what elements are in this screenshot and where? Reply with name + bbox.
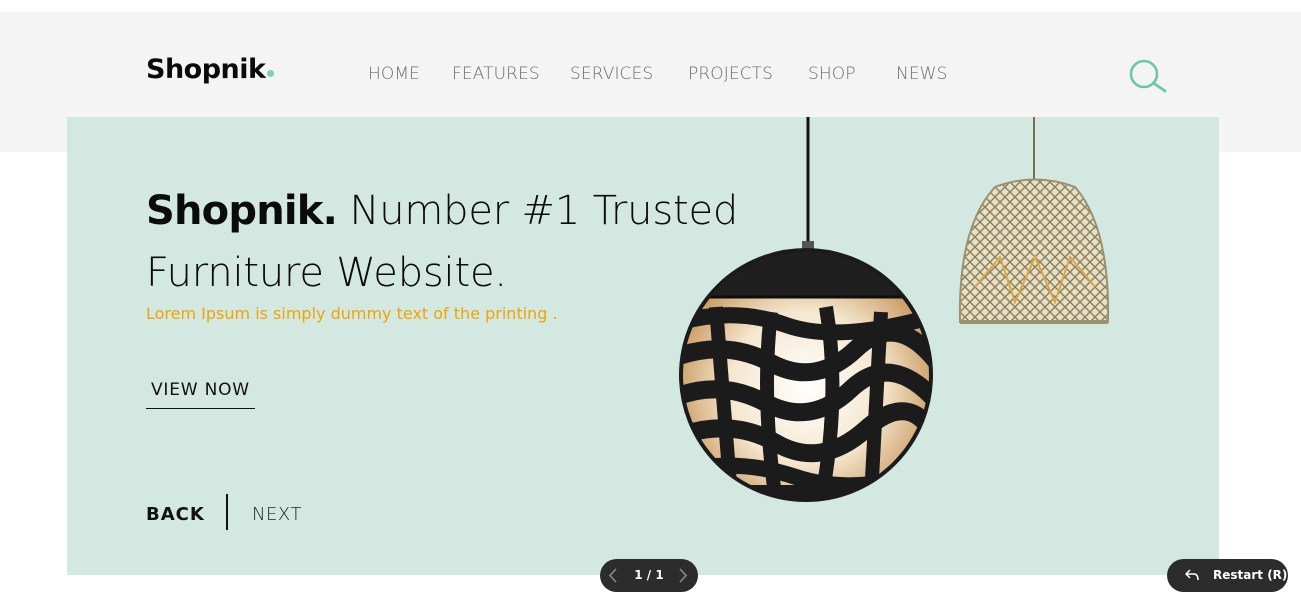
nav-item-shop[interactable]: SHOP — [808, 64, 856, 84]
nav-item-projects[interactable]: PROJECTS — [688, 64, 773, 84]
nav-item-services[interactable]: SERVICES — [570, 64, 653, 84]
black-sphere-pendant-lamp — [676, 117, 936, 507]
logo-dot — [267, 70, 275, 77]
restart-label: Restart (R) — [1213, 568, 1288, 582]
next-button[interactable]: NEXT — [252, 504, 302, 525]
slide-pager: 1 / 1 — [600, 559, 698, 592]
back-button[interactable]: BACK — [146, 504, 205, 525]
hero-headline: Shopnik. Number #1 Trusted Furniture Web… — [146, 180, 746, 304]
nav-item-features[interactable]: FEATURES — [452, 64, 540, 84]
undo-arrow-icon — [1184, 569, 1199, 581]
view-now-button[interactable]: VIEW NOW — [146, 380, 255, 409]
nav-item-home[interactable]: HOME — [368, 64, 420, 84]
search-icon[interactable] — [1128, 58, 1170, 94]
brand-name: Shopnik — [146, 54, 266, 85]
headline-line-2: Furniture Website. — [146, 250, 507, 296]
nav-divider — [226, 494, 228, 530]
nav-item-news[interactable]: NEWS — [896, 64, 947, 84]
hero-subtitle: Lorem Ipsum is simply dummy text of the … — [146, 304, 558, 323]
restart-button[interactable]: Restart (R) — [1167, 559, 1288, 592]
wicker-pendant-lamp — [955, 117, 1115, 332]
headline-brand: Shopnik. — [146, 188, 338, 234]
brand-logo[interactable]: Shopnik — [146, 54, 275, 85]
chevron-right-icon[interactable] — [676, 567, 690, 584]
top-strip — [0, 0, 1301, 12]
